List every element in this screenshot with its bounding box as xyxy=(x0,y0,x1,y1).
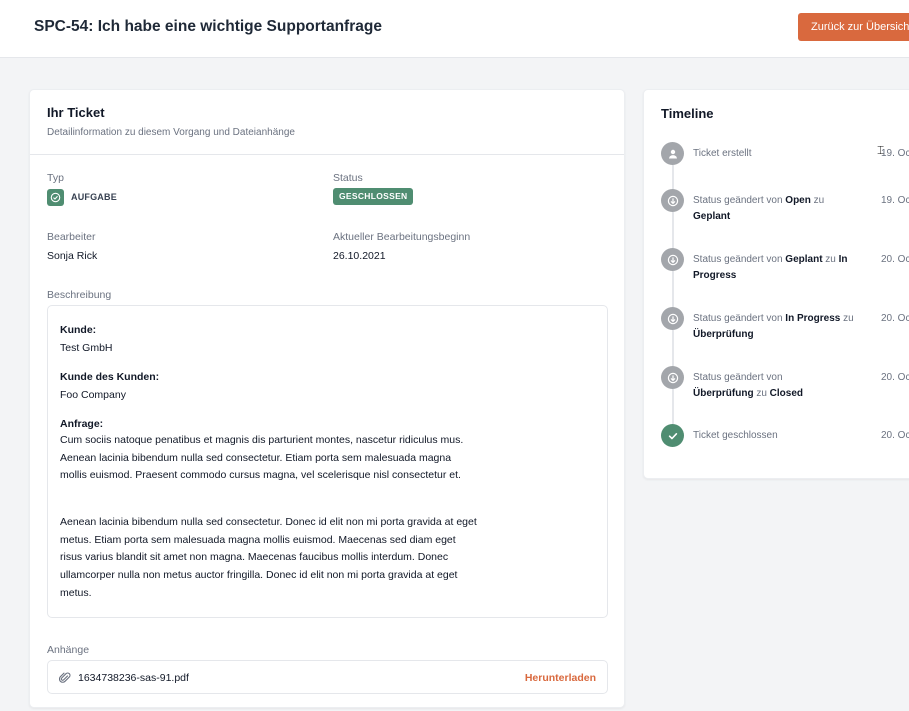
type-label: Typ xyxy=(47,172,64,184)
request-label: Anfrage: xyxy=(60,418,104,430)
type-value: AUFGABE xyxy=(71,192,117,202)
ticket-card-subtitle: Detailinformation zu diesem Vorgang und … xyxy=(47,127,295,138)
timeline-event-text: Ticket geschlossen xyxy=(693,430,778,441)
timeline-event-date: 19. Oc xyxy=(881,148,909,159)
text-cursor-icon: ⌶ xyxy=(877,143,885,157)
download-link[interactable]: Herunterladen xyxy=(525,672,596,684)
timeline-event-date: 20. Oc xyxy=(881,254,909,265)
status-change-icon xyxy=(667,313,678,324)
timeline-event-text: Status geändert von Open zu Geplant xyxy=(693,195,825,222)
timeline-event-icon xyxy=(661,366,684,389)
page-title: SPC-54: Ich habe eine wichtige Supportan… xyxy=(34,18,382,35)
start-date-value: 26.10.2021 xyxy=(333,250,386,262)
timeline-event-date: 20. Oc xyxy=(881,430,909,441)
timeline-event-icon xyxy=(661,189,684,212)
timeline-event-icon xyxy=(661,248,684,271)
attachments-label: Anhänge xyxy=(47,644,90,656)
user-icon xyxy=(668,149,677,158)
start-date-label: Aktueller Bearbeitungsbeginn xyxy=(333,231,471,243)
request-paragraph-2: Aenean lacinia bibendum nulla sed consec… xyxy=(60,516,477,599)
ticket-card: Ihr Ticket Detailinformation zu diesem V… xyxy=(29,89,625,708)
timeline-event-icon xyxy=(661,424,684,447)
timeline-event-text: Status geändert von Überprüfung zu Close… xyxy=(693,372,804,399)
attachment-file-name: 1634738236-sas-91.pdf xyxy=(78,672,189,684)
page-header: SPC-54: Ich habe eine wichtige Supportan… xyxy=(0,0,909,58)
timeline-connector xyxy=(672,389,674,424)
customer-value: Test GmbH xyxy=(60,342,113,354)
paperclip-icon xyxy=(58,671,71,684)
description-box: Kunde: Test GmbH Kunde des Kunden: Foo C… xyxy=(47,305,608,618)
type-field: AUFGABE xyxy=(47,188,117,206)
request-paragraph-1: Cum sociis natoque penatibus et magnis d… xyxy=(60,434,464,482)
status-change-icon xyxy=(667,254,678,265)
timeline-title: Timeline xyxy=(661,106,714,121)
ticket-card-header: Ihr Ticket Detailinformation zu diesem V… xyxy=(30,90,624,155)
status-badge: GESCHLOSSEN xyxy=(333,188,414,205)
assignee-value: Sonja Rick xyxy=(47,250,98,262)
timeline-event-date: 20. Oc xyxy=(881,372,909,383)
customer-label: Kunde: xyxy=(60,324,97,336)
assignee-label: Bearbeiter xyxy=(47,231,96,243)
description-label: Beschreibung xyxy=(47,289,112,301)
end-customer-label: Kunde des Kunden: xyxy=(60,371,160,383)
timeline-event-date: 19. Oc xyxy=(881,195,909,206)
task-check-icon xyxy=(47,188,64,206)
status-change-icon xyxy=(667,195,678,206)
timeline-card: Timeline Ticket erstellt 19. Oc Status g… xyxy=(643,89,909,479)
timeline-event-icon xyxy=(661,142,684,165)
timeline-event-text: Ticket erstellt xyxy=(693,148,752,159)
timeline-event-text: Status geändert von Geplant zu In Progre… xyxy=(693,254,848,281)
attachment-row: 1634738236-sas-91.pdf Herunterladen xyxy=(47,660,608,694)
back-to-overview-button[interactable]: Zurück zur Übersicht xyxy=(798,13,909,41)
status-change-icon xyxy=(667,372,678,383)
checkmark-icon xyxy=(668,432,677,439)
end-customer-value: Foo Company xyxy=(60,389,126,401)
timeline-event-date: 20. Oc xyxy=(881,313,909,324)
ticket-card-title: Ihr Ticket xyxy=(47,105,105,120)
timeline-event-icon xyxy=(661,307,684,330)
timeline-event-text: Status geändert von In Progress zu Überp… xyxy=(693,313,854,340)
status-label: Status xyxy=(333,172,363,184)
